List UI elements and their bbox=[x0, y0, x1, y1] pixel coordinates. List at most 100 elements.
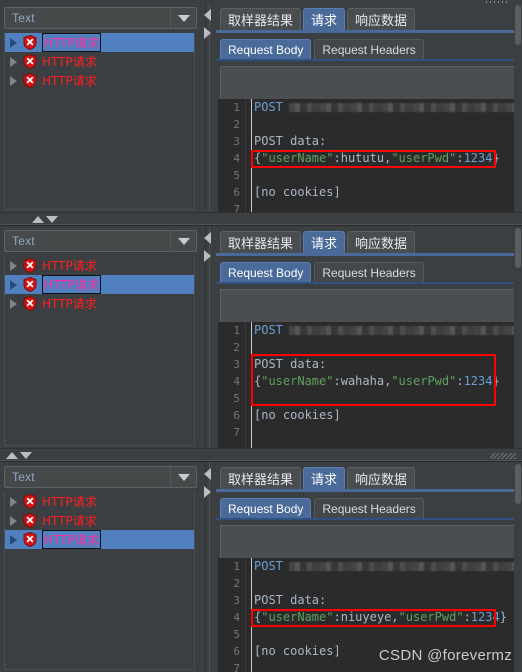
collapse-right-icon[interactable] bbox=[204, 250, 211, 262]
tab-label: 响应数据 bbox=[355, 14, 408, 29]
search-input[interactable] bbox=[220, 525, 518, 559]
vertical-scrollbar[interactable] bbox=[514, 3, 522, 212]
code-line: {"userName":niuyeye,"userPwd":1234} bbox=[254, 609, 514, 626]
main-tabbar: 取样器结果 请求 响应数据 bbox=[216, 6, 522, 30]
tree-item-http-request[interactable]: HTTP请求 bbox=[5, 294, 194, 313]
vertical-scrollbar[interactable] bbox=[514, 462, 522, 672]
main-tabbar: 取样器结果 请求 响应数据 bbox=[216, 465, 522, 489]
search-input[interactable] bbox=[220, 289, 518, 323]
subtab-request-headers[interactable]: Request Headers bbox=[314, 498, 424, 518]
expand-triangle-icon[interactable] bbox=[10, 260, 17, 271]
horizontal-splitter-2[interactable] bbox=[0, 448, 522, 461]
error-shield-icon bbox=[23, 73, 37, 88]
sampler-tree[interactable]: HTTP请求 HTTP请求 HTTP请求 bbox=[4, 256, 195, 446]
line-number: 1 bbox=[233, 560, 240, 573]
code-token-key: "userPwd" bbox=[391, 374, 457, 388]
collapse-down-icon[interactable] bbox=[20, 452, 32, 459]
code-token-label: POST data: bbox=[254, 134, 327, 148]
request-body-viewer[interactable]: 1 2 3 4 5 6 7 POST POST data: {"userName… bbox=[218, 99, 514, 212]
code-token-key: "userPwd" bbox=[398, 610, 464, 624]
subtab-label: Request Body bbox=[228, 42, 304, 57]
chevron-down-icon[interactable] bbox=[170, 231, 196, 251]
expand-triangle-icon[interactable] bbox=[10, 56, 17, 67]
line-number: 5 bbox=[233, 392, 240, 405]
collapse-down-icon[interactable] bbox=[46, 216, 58, 223]
resize-grip[interactable] bbox=[490, 453, 516, 459]
tree-item-http-request[interactable]: HTTP请求 bbox=[5, 256, 194, 275]
subtab-request-headers[interactable]: Request Headers bbox=[314, 262, 424, 282]
expand-triangle-icon[interactable] bbox=[10, 37, 17, 48]
vertical-scrollbar[interactable] bbox=[514, 226, 522, 448]
collapse-right-icon[interactable] bbox=[204, 486, 211, 498]
expand-triangle-icon[interactable] bbox=[10, 279, 17, 290]
tree-item-http-request[interactable]: HTTP请求 bbox=[5, 275, 194, 294]
expand-triangle-icon[interactable] bbox=[10, 515, 17, 526]
sampler-tree[interactable]: HTTP请求 HTTP请求 HTTP请求 bbox=[4, 492, 195, 670]
tab-request[interactable]: 请求 bbox=[303, 467, 346, 489]
filter-combo[interactable]: Text bbox=[4, 7, 197, 29]
search-input[interactable] bbox=[220, 66, 518, 100]
collapse-up-icon[interactable] bbox=[6, 452, 18, 459]
subtab-request-body[interactable]: Request Body bbox=[220, 498, 312, 518]
subtab-request-headers[interactable]: Request Headers bbox=[314, 39, 424, 59]
code-token-brace: } bbox=[492, 374, 500, 388]
vertical-splitter[interactable] bbox=[202, 462, 216, 672]
code-token-colon: : bbox=[456, 374, 464, 388]
sampler-tree[interactable]: HTTP请求 HTTP请求 HTTP请求 bbox=[4, 33, 195, 210]
request-body-viewer[interactable]: 1 2 3 4 5 6 7 POST POST data: {"userName… bbox=[218, 322, 514, 448]
tree-item-http-request[interactable]: HTTP请求 bbox=[5, 33, 194, 52]
line-number: 4 bbox=[233, 152, 240, 165]
tab-response-data[interactable]: 响应数据 bbox=[347, 8, 416, 30]
tree-item-http-request[interactable]: HTTP请求 bbox=[5, 530, 194, 549]
collapse-left-icon[interactable] bbox=[204, 232, 211, 244]
expand-triangle-icon[interactable] bbox=[10, 75, 17, 86]
tab-request[interactable]: 请求 bbox=[303, 8, 346, 30]
subtab-request-body[interactable]: Request Body bbox=[220, 262, 312, 282]
tab-response-data[interactable]: 响应数据 bbox=[347, 467, 416, 489]
code-token-key: "userName" bbox=[261, 374, 334, 388]
vertical-splitter[interactable] bbox=[202, 3, 216, 212]
collapse-left-icon[interactable] bbox=[204, 468, 211, 480]
expand-triangle-icon[interactable] bbox=[10, 298, 17, 309]
subtab-label: Request Body bbox=[228, 501, 304, 516]
redacted-url bbox=[288, 103, 514, 112]
tab-sampler-result[interactable]: 取样器结果 bbox=[220, 467, 302, 489]
text-caret bbox=[251, 558, 252, 672]
chevron-down-icon[interactable] bbox=[170, 467, 196, 487]
vertical-splitter[interactable] bbox=[202, 226, 216, 448]
expand-triangle-icon[interactable] bbox=[10, 534, 17, 545]
horizontal-splitter-1[interactable] bbox=[0, 212, 522, 225]
tree-item-label: HTTP请求 bbox=[42, 55, 97, 69]
error-shield-icon bbox=[23, 54, 37, 69]
tree-item-label: HTTP请求 bbox=[42, 297, 97, 311]
tree-column: Text HTTP请求 HTTP请求 HTTP请求 bbox=[0, 226, 202, 448]
collapse-left-icon[interactable] bbox=[204, 9, 211, 21]
code-token-brace: } bbox=[492, 151, 500, 165]
subtab-request-body[interactable]: Request Body bbox=[220, 39, 312, 59]
filter-combo[interactable]: Text bbox=[4, 230, 197, 252]
sub-tabbar: Request Body Request Headers bbox=[216, 260, 522, 282]
code-token-comma: , bbox=[391, 610, 399, 624]
code-token-cookies: [no cookies] bbox=[254, 185, 341, 199]
collapse-up-icon[interactable] bbox=[32, 216, 44, 223]
tree-item-http-request[interactable]: HTTP请求 bbox=[5, 52, 194, 71]
code-line: POST bbox=[254, 322, 514, 339]
tab-sampler-result[interactable]: 取样器结果 bbox=[220, 8, 302, 30]
chevron-down-icon[interactable] bbox=[170, 8, 196, 28]
tab-sampler-result[interactable]: 取样器结果 bbox=[220, 231, 302, 253]
filter-combo[interactable]: Text bbox=[4, 466, 197, 488]
tab-request[interactable]: 请求 bbox=[303, 231, 346, 253]
tree-item-http-request[interactable]: HTTP请求 bbox=[5, 511, 194, 530]
expand-triangle-icon[interactable] bbox=[10, 496, 17, 507]
tree-item-http-request[interactable]: HTTP请求 bbox=[5, 492, 194, 511]
tree-item-http-request[interactable]: HTTP请求 bbox=[5, 71, 194, 90]
sub-tabbar: Request Body Request Headers bbox=[216, 496, 522, 518]
collapse-right-icon[interactable] bbox=[204, 27, 211, 39]
tab-response-data[interactable]: 响应数据 bbox=[347, 231, 416, 253]
csdn-watermark: CSDN @forevermz bbox=[378, 647, 512, 664]
line-number: 2 bbox=[233, 118, 240, 131]
tree-item-label: HTTP请求 bbox=[42, 275, 101, 294]
line-number: 7 bbox=[233, 426, 240, 439]
